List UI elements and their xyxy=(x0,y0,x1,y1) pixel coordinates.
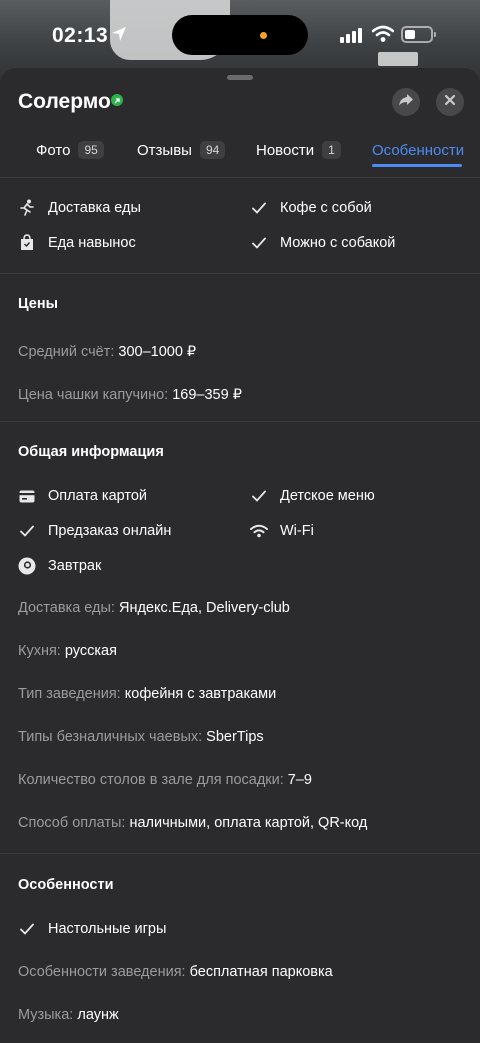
info-row-venue-features: Особенности заведения: бесплатная парков… xyxy=(18,964,333,980)
active-tab-indicator xyxy=(372,164,462,167)
info-row-tables: Количество столов в зале для посадки: 7–… xyxy=(18,772,312,788)
feature-kids-menu: Детское меню xyxy=(250,484,375,508)
info-row-tips: Типы безналичных чаевых: SberTips xyxy=(18,729,264,745)
info-value: наличными, оплата картой, QR-код xyxy=(129,815,368,831)
price-value: 169–359 ₽ xyxy=(172,387,242,403)
info-row-delivery: Доставка еды: Яндекс.Еда, Delivery-club xyxy=(18,600,290,616)
info-row-cuisine: Кухня: русская xyxy=(18,643,117,659)
close-button[interactable] xyxy=(436,88,464,116)
feature-label: Доставка еды xyxy=(48,200,141,216)
close-icon xyxy=(444,93,456,111)
check-icon xyxy=(18,920,36,938)
place-title: Солермо xyxy=(18,90,111,113)
price-row-cappuccino: Цена чашки капучино: 169–359 ₽ xyxy=(18,387,242,403)
section-title-prices: Цены xyxy=(18,296,58,312)
privacy-indicator xyxy=(260,32,267,39)
info-key: Музыка: xyxy=(18,1007,78,1023)
feature-label: Еда навынос xyxy=(48,235,136,251)
sheet-grabber[interactable] xyxy=(227,75,253,80)
info-key: Кухня: xyxy=(18,643,65,659)
tab-count-badge: 1 xyxy=(322,141,341,159)
feature-label: Можно с собакой xyxy=(280,235,396,251)
feature-board-games: Настольные игры xyxy=(18,917,166,941)
info-row-venue-type: Тип заведения: кофейня с завтраками xyxy=(18,686,276,702)
feature-label: Оплата картой xyxy=(48,488,148,504)
tab-features[interactable]: Особенности xyxy=(372,136,464,164)
price-key: Средний счёт: xyxy=(18,344,119,360)
price-key: Цена чашки капучино: xyxy=(18,387,173,403)
tab-count-badge: 94 xyxy=(199,141,226,159)
dynamic-island xyxy=(172,15,308,55)
feature-wifi: Wi-Fi xyxy=(250,519,314,543)
check-icon xyxy=(250,234,268,252)
tab-count-badge: 95 xyxy=(78,141,104,159)
info-value: Яндекс.Еда, Delivery-club xyxy=(118,600,290,616)
feature-label: Настольные игры xyxy=(48,921,167,937)
tab-photo[interactable]: Фото 95 xyxy=(36,136,104,164)
tab-label: Фото xyxy=(36,141,71,159)
check-icon xyxy=(18,522,36,540)
check-icon xyxy=(250,199,268,217)
shopping-bag-icon xyxy=(18,234,36,252)
feature-coffee-to-go: Кофе с собой xyxy=(250,196,372,220)
info-value: бесплатная парковка xyxy=(189,964,333,980)
location-arrow-icon xyxy=(110,25,128,48)
feature-dog-friendly: Можно с собакой xyxy=(250,231,395,255)
info-key: Типы безналичных чаевых: xyxy=(18,729,207,745)
running-person-icon xyxy=(18,199,36,217)
wifi-status-icon xyxy=(371,25,395,48)
tab-bar: Фото 95 Отзывы 94 Новости 1 Особенности xyxy=(0,132,480,178)
tab-label: Отзывы xyxy=(137,141,192,159)
feature-label: Wi-Fi xyxy=(280,523,314,539)
price-value: 300–1000 ₽ xyxy=(118,344,197,360)
feature-card-payment: Оплата картой xyxy=(18,484,147,508)
tab-news[interactable]: Новости 1 xyxy=(256,136,341,164)
info-row-music: Музыка: лаунж xyxy=(18,1007,119,1023)
info-row-payment: Способ оплаты: наличными, оплата картой,… xyxy=(18,815,367,831)
tab-label: Особенности xyxy=(372,141,465,159)
info-key: Количество столов в зале для посадки: xyxy=(18,772,288,788)
wifi-icon xyxy=(250,522,268,540)
battery-icon xyxy=(401,26,436,43)
divider xyxy=(0,421,480,422)
check-icon xyxy=(250,487,268,505)
feature-takeaway: Еда навынос xyxy=(18,231,136,255)
share-button[interactable] xyxy=(392,88,420,116)
feature-label: Предзаказ онлайн xyxy=(48,523,172,539)
divider xyxy=(0,177,480,178)
info-value: лаунж xyxy=(77,1007,119,1023)
feature-label: Кофе с собой xyxy=(280,200,372,216)
info-key: Доставка еды: xyxy=(18,600,119,616)
card-icon xyxy=(18,487,36,505)
status-bar: 02:13 xyxy=(0,0,480,70)
info-value: SberTips xyxy=(206,729,264,745)
verified-badge-icon xyxy=(111,94,123,106)
info-value: 7–9 xyxy=(287,772,312,788)
tab-label: Новости xyxy=(256,141,315,159)
feature-online-preorder: Предзаказ онлайн xyxy=(18,519,171,543)
section-title-general: Общая информация xyxy=(18,444,164,460)
share-arrow-icon xyxy=(398,93,414,112)
info-value: русская xyxy=(64,643,117,659)
feature-label: Завтрак xyxy=(48,558,102,574)
feature-breakfast: Завтрак xyxy=(18,554,101,578)
divider xyxy=(0,273,480,274)
place-card-sheet: Солермо Фото 95 Отзывы 94 Новости 1 Особ… xyxy=(0,68,480,1043)
info-key: Особенности заведения: xyxy=(18,964,190,980)
info-key: Способ оплаты: xyxy=(18,815,130,831)
breakfast-icon xyxy=(18,557,36,575)
status-time: 02:13 xyxy=(52,24,109,47)
tab-reviews[interactable]: Отзывы 94 xyxy=(137,136,226,164)
info-value: кофейня с завтраками xyxy=(124,686,277,702)
feature-label: Детское меню xyxy=(280,488,375,504)
divider xyxy=(0,853,480,854)
price-row-average-check: Средний счёт: 300–1000 ₽ xyxy=(18,344,196,360)
feature-delivery: Доставка еды xyxy=(18,196,141,220)
section-title-special: Особенности xyxy=(18,877,114,893)
cellular-signal-icon xyxy=(340,27,362,48)
info-key: Тип заведения: xyxy=(18,686,125,702)
